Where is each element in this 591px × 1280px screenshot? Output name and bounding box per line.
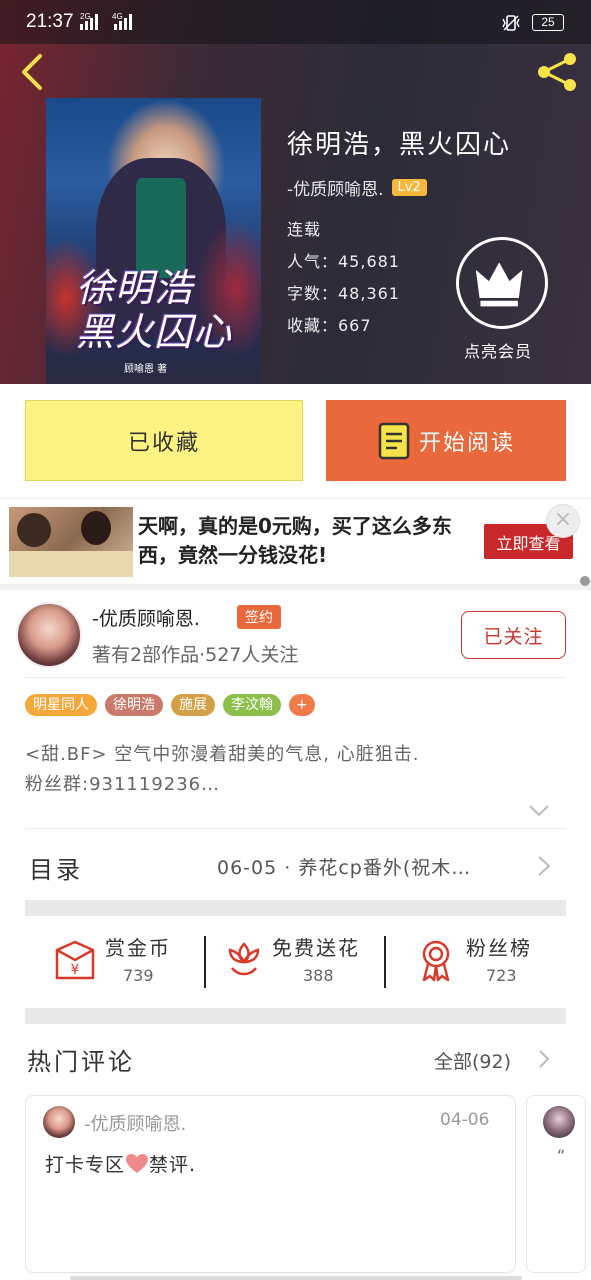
book-icon: [378, 422, 410, 459]
reader-actions-row: ¥ 赏金币 739 免费送花 388 粉丝榜 723: [25, 918, 566, 1008]
red-envelope-icon: ¥: [55, 940, 95, 980]
author-name[interactable]: -优质顾喻恩.: [92, 604, 200, 631]
table-of-contents-row[interactable]: 目录 06-05 · 养花cp番外(祝木…: [25, 830, 566, 900]
book-author-name: -优质顾喻恩.: [287, 180, 384, 200]
chevron-down-icon[interactable]: [528, 804, 550, 818]
signed-badge: 签约: [237, 605, 281, 629]
latest-chapter: 06-05 · 养花cp番外(祝木…: [217, 857, 472, 879]
status-time: 21:37: [26, 11, 74, 32]
signal-icon: [80, 14, 98, 30]
comment-card[interactable]: -优质顾喻恩. 04-06 打卡专区 禁评.: [25, 1095, 516, 1273]
book-details: -优质顾喻恩. 签约 著有2部作品·527人关注 已关注 明星同人 徐明浩 施展…: [0, 590, 591, 1280]
vip-label[interactable]: 点亮会员: [464, 338, 532, 362]
tag-item[interactable]: 李汶翰: [223, 694, 281, 716]
advertisement-banner[interactable]: 天啊，真的是0元购，买了这么多东西，竟然一分钱没花! 立即查看 ×: [0, 498, 591, 584]
section-separator: [25, 900, 566, 916]
follow-button[interactable]: 已关注: [461, 611, 566, 659]
ad-image: [9, 507, 133, 577]
action-bar: 已收藏 开始阅读: [0, 384, 591, 498]
all-comments-link[interactable]: 全部(92): [434, 1047, 511, 1074]
chevron-right-icon[interactable]: [538, 1049, 550, 1069]
fan-ranking-button[interactable]: 粉丝榜 723: [386, 918, 566, 1008]
cover-author-art: 顾喻恩 著: [124, 364, 168, 375]
chevron-right-icon: [538, 856, 551, 876]
book-popularity: 人气：45,681: [287, 252, 400, 271]
section-separator: [25, 1008, 566, 1024]
battery-indicator: 25: [532, 14, 564, 31]
signal-icon: [114, 14, 132, 30]
share-icon[interactable]: [534, 50, 582, 94]
author-stats: 著有2部作品·527人关注: [92, 644, 299, 666]
free-flower-button[interactable]: 免费送花 388: [206, 918, 384, 1008]
medal-icon: [422, 940, 450, 982]
book-header: 21:37 2G 4G 25 徐明浩 黑火囚心 顾喻恩 著 徐明浩，黑火囚心 -优…: [0, 0, 591, 384]
divider: [25, 677, 566, 678]
stat-label: 赏金币: [105, 936, 171, 960]
vip-button[interactable]: [456, 237, 548, 329]
book-author-row[interactable]: -优质顾喻恩. Lv2: [287, 175, 427, 200]
start-reading-button[interactable]: 开始阅读: [326, 400, 566, 481]
stat-label: 粉丝榜: [466, 936, 532, 960]
stat-value: 739: [123, 966, 154, 985]
cover-title-art: 徐明浩 黑火囚心: [76, 266, 233, 354]
start-reading-label: 开始阅读: [418, 430, 515, 456]
commenter-avatar: [543, 1106, 575, 1138]
toc-label: 目录: [29, 856, 83, 884]
author-avatar[interactable]: [16, 602, 82, 668]
svg-text:¥: ¥: [71, 962, 80, 978]
book-description[interactable]: <甜.BF> 空气中弥漫着甜美的气息, 心脏狙击. 粉丝群:931119236…: [25, 740, 565, 800]
tag-list: 明星同人 徐明浩 施展 李汶翰 +: [25, 694, 315, 716]
comment-text: 打卡专区 禁评.: [45, 1153, 197, 1176]
level-badge: Lv2: [391, 179, 427, 196]
crown-icon: [475, 262, 523, 307]
description-line: 粉丝群:931119236…: [25, 774, 221, 795]
book-word-count: 字数：48,361: [287, 284, 400, 303]
divider: [25, 828, 566, 829]
stat-value: 388: [303, 966, 334, 985]
collected-button[interactable]: 已收藏: [25, 400, 303, 481]
add-tag-button[interactable]: +: [289, 694, 315, 716]
ad-text: 天啊，真的是0元购，买了这么多东西，竟然一分钱没花!: [138, 514, 452, 567]
description-line: <甜.BF> 空气中弥漫着甜美的气息, 心脏狙击.: [25, 744, 420, 765]
book-title: 徐明浩，黑火囚心: [287, 130, 512, 160]
stat-label: 免费送花: [272, 936, 360, 960]
tag-item[interactable]: 施展: [171, 694, 215, 716]
stat-value: 723: [486, 966, 517, 985]
comment-date: 04-06: [440, 1110, 490, 1130]
commenter-name: -优质顾喻恩.: [84, 1114, 187, 1135]
status-bar: 21:37 2G 4G 25: [0, 0, 591, 44]
reward-coins-button[interactable]: ¥ 赏金币 739: [25, 918, 205, 1008]
back-arrow-icon[interactable]: [12, 52, 52, 92]
close-icon[interactable]: ×: [546, 504, 580, 538]
vibrate-icon: [502, 15, 520, 31]
comment-card[interactable]: “: [526, 1095, 586, 1273]
tag-item[interactable]: 明星同人: [25, 694, 97, 716]
horizontal-scroll-indicator: [70, 1276, 522, 1280]
book-favorites: 收藏：667: [287, 316, 372, 335]
commenter-avatar: [43, 1106, 75, 1138]
hot-comments-title: 热门评论: [27, 1048, 135, 1076]
book-cover[interactable]: 徐明浩 黑火囚心 顾喻恩 著: [46, 98, 261, 384]
tag-item[interactable]: 徐明浩: [105, 694, 163, 716]
flower-icon: [228, 942, 260, 976]
heart-icon: [126, 1153, 149, 1173]
ad-info-icon[interactable]: [580, 576, 590, 586]
book-status: 连载: [287, 220, 322, 239]
